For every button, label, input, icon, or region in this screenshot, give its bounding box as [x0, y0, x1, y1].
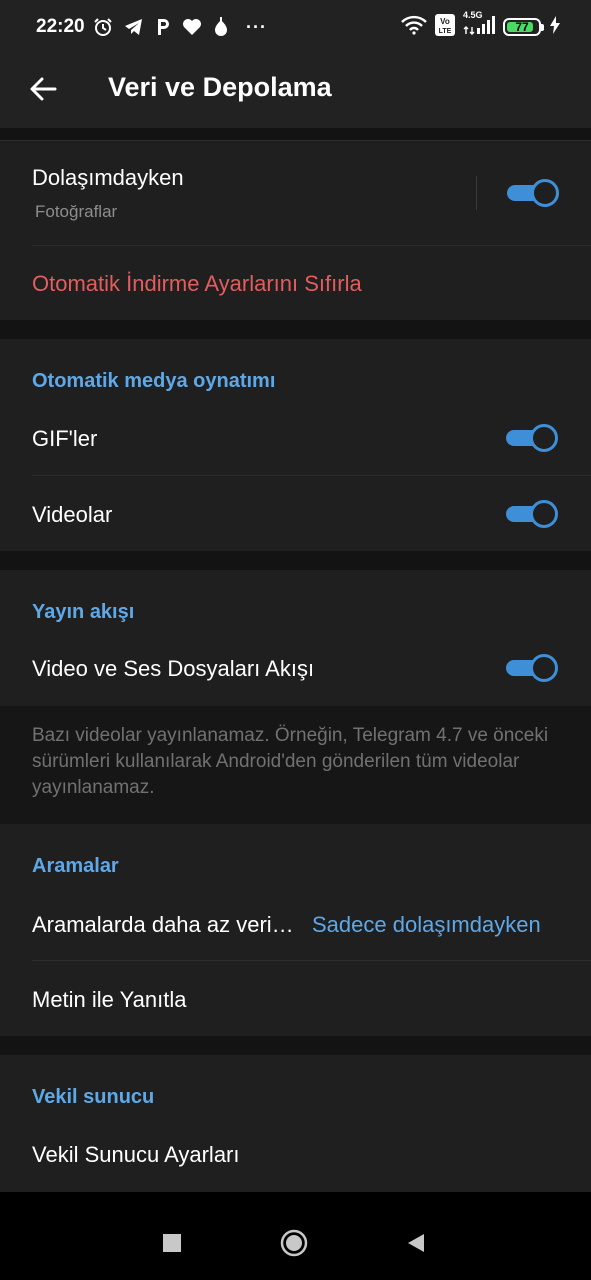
recents-square-icon: [163, 1234, 181, 1252]
reply-text-row[interactable]: Metin ile Yanıtla: [0, 961, 591, 1036]
wifi-icon: [401, 15, 427, 40]
heart-icon: [182, 18, 202, 36]
charging-icon: [549, 15, 561, 39]
toggle-knob: [530, 500, 558, 528]
gifs-toggle[interactable]: [506, 424, 558, 452]
battery-icon: 77: [503, 18, 544, 36]
back-triangle-icon: [408, 1234, 424, 1252]
status-bar: 22:20 ··· Vo LTE 4.5G 77: [0, 0, 591, 52]
volte-icon: Vo LTE: [435, 13, 455, 41]
roaming-title: Dolaşımdayken: [32, 165, 184, 190]
videos-label: Videolar: [32, 502, 113, 527]
proxy-header: Vekil sunucu: [32, 1086, 155, 1108]
network-type-label: 4.5G: [463, 9, 483, 20]
drop-icon: [213, 17, 229, 37]
status-time: 22:20: [36, 16, 85, 37]
less-data-label: Aramalarda daha az veri…: [32, 912, 294, 937]
system-nav-bar: [0, 1192, 591, 1280]
auto-download-section: Dolaşımdayken Fotoğraflar Otomatik İndir…: [0, 140, 591, 320]
app-bar: Veri ve Depolama: [0, 52, 591, 128]
recents-button[interactable]: [157, 1228, 187, 1258]
videos-toggle[interactable]: [506, 500, 558, 528]
roaming-toggle[interactable]: [507, 179, 559, 207]
proxy-section: Vekil sunucu Vekil Sunucu Ayarları: [0, 1055, 591, 1192]
calls-section: Aramalar Aramalarda daha az veri… Sadece…: [0, 824, 591, 1036]
reset-row[interactable]: Otomatik İndirme Ayarlarını Sıfırla: [0, 246, 591, 320]
autoplay-section: Otomatik medya oynatımı GIF'ler Videolar: [0, 339, 591, 551]
streaming-header: Yayın akışı: [32, 601, 135, 623]
toggle-knob: [530, 424, 558, 452]
streaming-section: Yayın akışı Video ve Ses Dosyaları Akışı: [0, 570, 591, 706]
vertical-divider: [476, 176, 477, 210]
streaming-row[interactable]: Video ve Ses Dosyaları Akışı: [0, 630, 591, 706]
alarm-icon: [93, 17, 113, 37]
svg-text:Vo: Vo: [440, 17, 450, 26]
back-button[interactable]: [22, 68, 64, 110]
toggle-knob: [530, 654, 558, 682]
home-button[interactable]: [279, 1228, 309, 1258]
page-title: Veri ve Depolama: [108, 72, 332, 102]
nav-back-button[interactable]: [401, 1228, 431, 1258]
signal-icon: 4.5G: [463, 10, 495, 41]
streaming-toggle[interactable]: [506, 654, 558, 682]
less-data-row[interactable]: Aramalarda daha az veri… Sadece dolaşımd…: [0, 885, 591, 960]
telegram-icon: [124, 18, 144, 36]
gifs-row[interactable]: GIF'ler: [0, 400, 591, 475]
streaming-info: Bazı videolar yayınlanamaz. Örneğin, Tel…: [0, 706, 591, 824]
videos-row[interactable]: Videolar: [0, 476, 591, 551]
system-icons: Vo LTE 4.5G 77: [401, 10, 561, 41]
streaming-label: Video ve Ses Dosyaları Akışı: [32, 656, 315, 681]
more-dots-icon: ···: [246, 16, 267, 37]
roaming-subtitle: Fotoğraflar: [35, 202, 118, 221]
less-data-value: Sadece dolaşımdayken: [312, 912, 541, 937]
svg-text:LTE: LTE: [439, 28, 452, 35]
reset-auto-download-button[interactable]: Otomatik İndirme Ayarlarını Sıfırla: [32, 271, 362, 297]
gifs-label: GIF'ler: [32, 426, 98, 451]
home-circle-icon: [280, 1229, 308, 1257]
battery-percent: 77: [515, 20, 529, 34]
arrow-left-icon: [30, 77, 57, 101]
autoplay-header: Otomatik medya oynatımı: [32, 370, 276, 392]
proxy-settings-row[interactable]: Vekil Sunucu Ayarları: [0, 1116, 591, 1192]
streaming-info-text: Bazı videolar yayınlanamaz. Örneğin, Tel…: [32, 725, 549, 798]
p-icon: [155, 17, 171, 37]
roaming-row[interactable]: Dolaşımdayken Fotoğraflar: [0, 140, 591, 245]
notification-icons: ···: [93, 14, 267, 40]
proxy-settings-label: Vekil Sunucu Ayarları: [32, 1142, 240, 1167]
reply-text-label: Metin ile Yanıtla: [32, 987, 187, 1012]
calls-header: Aramalar: [32, 855, 119, 877]
toggle-knob: [531, 179, 559, 207]
